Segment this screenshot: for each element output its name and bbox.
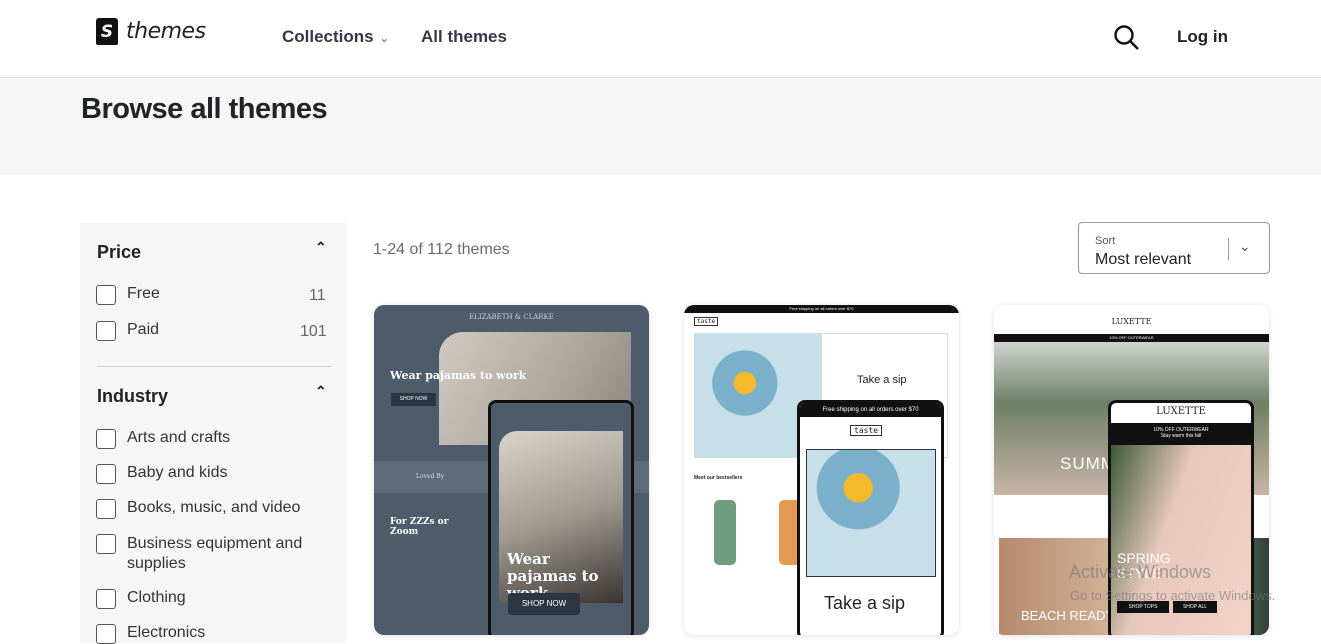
filter-label: Paid — [127, 321, 160, 338]
theme-brand: ELIZABETH & CLARKE — [469, 313, 554, 321]
nav-all-themes[interactable]: All themes — [421, 27, 507, 47]
divider — [1228, 238, 1229, 260]
mobile-hero-heading: SPRING STYLE — [1117, 550, 1171, 581]
filter-label: Electronics — [127, 624, 206, 641]
shopify-bag-icon: S — [96, 18, 118, 45]
mobile-preview: Free shipping on all orders over $70 tas… — [797, 400, 944, 635]
filter-sidebar: Price ⌃ Free 11 Paid 101 Industry ⌃ Arts… — [80, 223, 347, 644]
login-link[interactable]: Log in — [1177, 27, 1228, 47]
shopify-themes-logo[interactable]: S themes — [96, 18, 206, 45]
chevron-up-icon[interactable]: ⌃ — [315, 383, 327, 400]
filter-price-title[interactable]: Price — [97, 242, 141, 263]
section-heading: For ZZZs or Zoom — [390, 517, 449, 537]
page-title: Browse all themes — [81, 93, 328, 125]
filter-count: 101 — [300, 323, 327, 340]
checkbox[interactable] — [96, 285, 116, 305]
chevron-down-icon: ⌄ — [1239, 238, 1251, 254]
filter-paid[interactable]: Paid — [96, 321, 159, 341]
checkbox[interactable] — [96, 429, 116, 449]
theme-card-luxette[interactable]: LUXETTE 10% OFF OUTERWEAR SUMM BEACH REA… — [994, 305, 1269, 635]
filter-baby[interactable]: Baby and kids — [96, 464, 228, 484]
filter-business[interactable]: Business equipment and supplies — [96, 534, 326, 574]
filter-label: Baby and kids — [127, 464, 228, 481]
filter-label: Clothing — [127, 589, 186, 606]
nav-collections-label: Collections — [282, 27, 374, 46]
filter-label: Business equipment and supplies — [127, 535, 303, 572]
sort-label: Sort — [1095, 235, 1116, 247]
section-heading: Meet our bestsellers — [694, 475, 743, 481]
filter-books[interactable]: Books, music, and video — [96, 499, 300, 519]
filter-clothing[interactable]: Clothing — [96, 589, 186, 609]
chevron-up-icon[interactable]: ⌃ — [315, 239, 327, 256]
logo-text: themes — [126, 19, 206, 44]
nav-collections[interactable]: Collections ⌄ — [282, 27, 389, 47]
filter-label: Books, music, and video — [127, 499, 301, 516]
divider — [97, 366, 331, 367]
filter-industry-title[interactable]: Industry — [97, 386, 168, 407]
hero-heading: Wear pajamas to work — [390, 369, 527, 382]
mobile-preview: Wear pajamas to work SHOP NOW — [488, 400, 634, 635]
sort-select[interactable]: Sort Most relevant ⌄ — [1078, 222, 1270, 274]
checkbox[interactable] — [96, 624, 116, 644]
filter-label: Arts and crafts — [127, 429, 231, 446]
checkbox[interactable] — [96, 499, 116, 519]
search-icon[interactable] — [1113, 24, 1140, 51]
theme-card-elizabeth-clarke[interactable]: ELIZABETH & CLARKE Wear pajamas to work … — [374, 305, 649, 635]
filter-free[interactable]: Free — [96, 285, 160, 305]
mobile-preview: LUXETTE 10% OFF OUTERWEAR Stay warm this … — [1108, 400, 1254, 635]
promo-banner: 10% OFF OUTERWEAR — [994, 334, 1269, 342]
hero-heading: Take a sip — [857, 374, 907, 386]
checkbox[interactable] — [96, 534, 116, 554]
checkbox[interactable] — [96, 321, 116, 341]
theme-card-taste[interactable]: Free shipping on all orders over $70 tas… — [684, 305, 959, 635]
site-header: S themes Collections ⌄ All themes Log in — [0, 0, 1321, 78]
mobile-hero-heading: Take a sip — [824, 593, 906, 613]
checkbox[interactable] — [96, 464, 116, 484]
checkbox[interactable] — [96, 589, 116, 609]
results-count: 1-24 of 112 themes — [373, 241, 510, 258]
filter-arts[interactable]: Arts and crafts — [96, 429, 230, 449]
chevron-down-icon: ⌄ — [379, 33, 389, 45]
filter-label: Free — [127, 285, 160, 302]
theme-brand: LUXETTE — [1111, 317, 1152, 326]
filter-count: 11 — [309, 287, 326, 304]
promo-banner: Free shipping on all orders over $70 — [684, 305, 959, 313]
filter-electronics[interactable]: Electronics — [96, 624, 205, 644]
theme-brand: taste — [694, 317, 719, 326]
sort-value: Most relevant — [1095, 251, 1192, 268]
shop-now-button: SHOP NOW — [391, 393, 436, 406]
mobile-shop-now: SHOP NOW — [508, 593, 580, 615]
